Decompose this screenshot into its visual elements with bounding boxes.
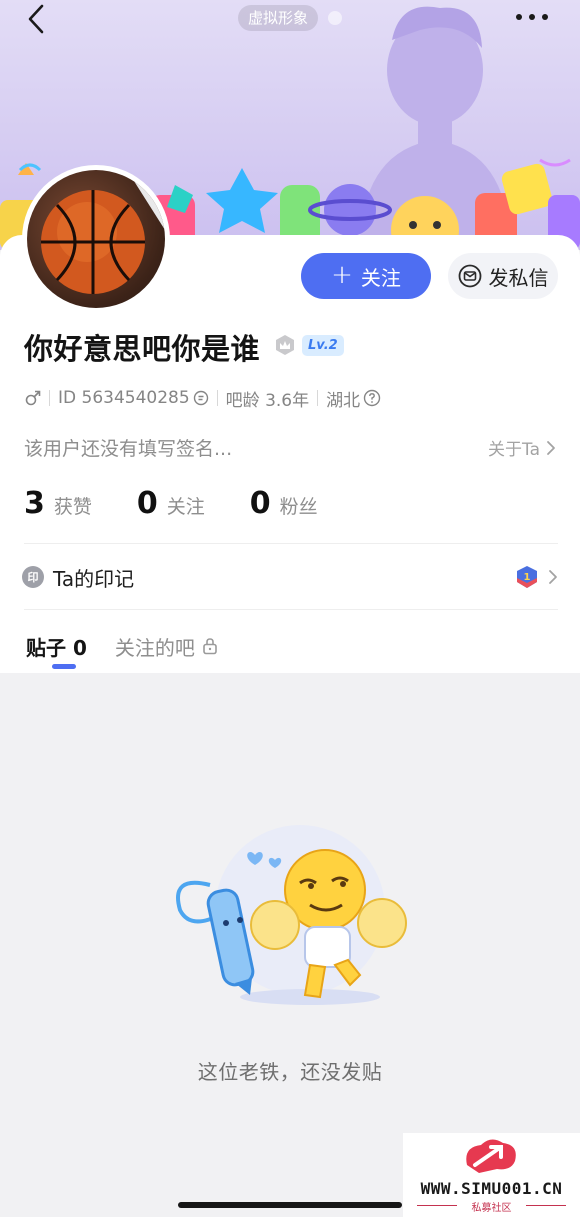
watermark-rule <box>526 1205 566 1206</box>
watermark-name: 私募社区 <box>471 1203 512 1214</box>
envelope-icon <box>458 264 481 288</box>
stat-value: 0 <box>136 486 158 521</box>
rank-badge-icon: 1 <box>517 566 537 588</box>
copy-icon[interactable] <box>193 390 209 406</box>
chevron-right-icon <box>549 570 557 584</box>
stat-label: 粉丝 <box>279 496 318 518</box>
tab-indicator <box>52 664 76 669</box>
marks-row[interactable]: 印 Ta的印记 1 <box>22 560 558 594</box>
stat-likes[interactable]: 3 获赞 <box>24 486 92 521</box>
divider <box>24 543 558 544</box>
send-message-button[interactable]: 发私信 <box>448 253 558 299</box>
empty-state-illustration <box>176 825 407 1005</box>
meta-separator <box>49 390 50 406</box>
level-badge[interactable]: Lv.2 <box>302 335 344 356</box>
tab-followed-bars[interactable]: 关注的吧 <box>115 632 218 661</box>
stat-label: 获赞 <box>53 496 92 518</box>
follow-button[interactable]: + 关注 <box>301 253 431 299</box>
nickname: 你好意思吧你是谁 <box>24 332 261 366</box>
divider <box>24 609 558 610</box>
profile-tabs: 贴子 0 关注的吧 <box>26 626 246 666</box>
plus-icon: + <box>331 260 353 290</box>
stat-value: 0 <box>249 486 271 521</box>
watermark: WWW.SIMU001.CN 私募社区 <box>403 1133 580 1217</box>
send-message-label: 发私信 <box>488 265 549 290</box>
stat-following[interactable]: 0 关注 <box>137 486 205 521</box>
virtual-avatar-tag[interactable]: 虚拟形象 <box>238 5 319 31</box>
virtual-avatar-dot <box>328 11 342 25</box>
back-arrow-icon[interactable] <box>22 4 52 34</box>
follow-label: 关注 <box>360 265 401 290</box>
seal-icon: 印 <box>22 566 44 588</box>
meta-separator <box>216 390 218 406</box>
meta-separator <box>317 390 319 406</box>
profile-meta: ID 5634540285 吧龄 3.6年 湖北 <box>22 386 381 411</box>
more-dots-icon[interactable] <box>514 8 550 26</box>
chevron-right-icon <box>547 440 555 455</box>
watermark-logo-icon <box>466 1139 516 1173</box>
location: 湖北 <box>326 390 361 411</box>
stat-value: 3 <box>24 486 45 521</box>
empty-state-message: 这位老铁，还没发贴 <box>197 1060 383 1084</box>
svg-text:1: 1 <box>524 572 531 583</box>
stats-row: 3 获赞 0 关注 0 粉丝 <box>24 486 363 526</box>
bar-age: 吧龄 3.6年 <box>225 390 310 411</box>
tab-label: 贴子 0 <box>26 635 87 660</box>
crown-icon[interactable] <box>274 334 296 356</box>
about-label: 关于Ta <box>488 440 540 460</box>
watermark-url: WWW.SIMU001.CN <box>420 1179 563 1198</box>
help-icon[interactable] <box>363 389 381 407</box>
marks-label: Ta的印记 <box>53 566 135 591</box>
lock-icon <box>203 638 217 655</box>
avatar-image <box>27 170 165 308</box>
about-link[interactable]: 关于Ta <box>488 435 556 460</box>
stat-followers[interactable]: 0 粉丝 <box>250 486 318 521</box>
user-id: ID 5634540285 <box>58 388 190 408</box>
tab-label: 关注的吧 <box>114 635 195 660</box>
signature: 该用户还没有填写签名... <box>24 438 233 460</box>
avatar[interactable] <box>22 165 170 313</box>
stat-label: 关注 <box>166 496 205 518</box>
tab-posts[interactable]: 贴子 0 <box>26 632 87 661</box>
marks-right: 1 <box>514 564 558 590</box>
male-icon <box>25 390 41 406</box>
home-indicator[interactable] <box>178 1202 402 1208</box>
